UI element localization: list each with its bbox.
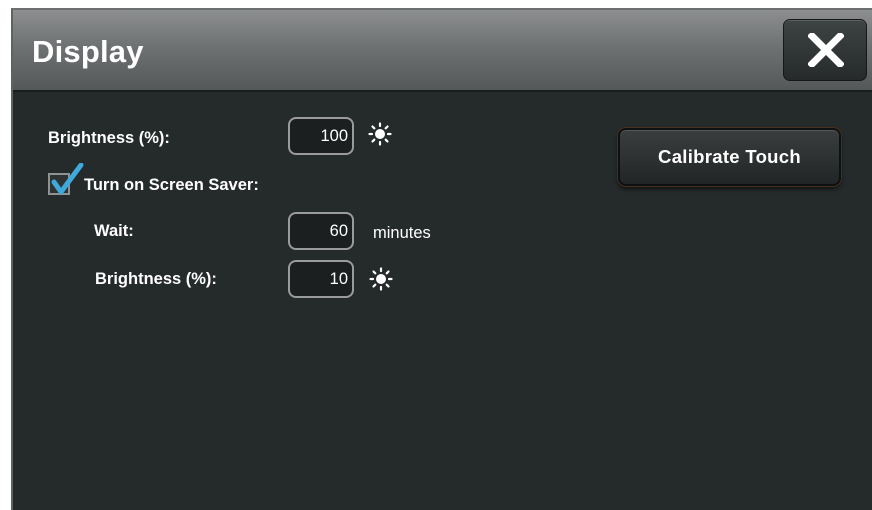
checkmark-icon (51, 163, 84, 195)
screen-saver-checkbox[interactable] (48, 163, 84, 195)
dialog-title: Display (32, 34, 144, 69)
display-dialog: Display Brightness (%): Turn on Screen S… (11, 8, 872, 510)
screen-saver-label: Turn on Screen Saver: (84, 176, 259, 194)
close-button[interactable] (783, 19, 867, 81)
sun-icon (368, 122, 392, 146)
brightness-label: Brightness (%): (48, 129, 170, 147)
screen-saver-brightness-label: Brightness (%): (95, 270, 217, 288)
screen-saver-brightness-input[interactable] (288, 260, 354, 298)
wait-unit-label: minutes (373, 224, 431, 242)
brightness-input[interactable] (288, 117, 354, 155)
wait-input[interactable] (288, 212, 354, 250)
close-icon (808, 33, 844, 67)
calibrate-touch-button[interactable]: Calibrate Touch (618, 128, 841, 186)
sun-icon (369, 267, 393, 291)
title-bar: Display (13, 10, 872, 92)
wait-label: Wait: (94, 222, 134, 240)
